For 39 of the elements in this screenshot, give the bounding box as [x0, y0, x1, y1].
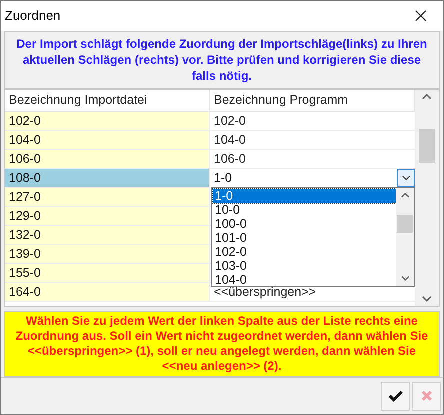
table-cell: 129-0: [5, 207, 210, 225]
table-cell: 106-0: [5, 150, 210, 168]
dropdown-item[interactable]: 10-0: [213, 203, 396, 217]
scrollbar-thumb[interactable]: [419, 129, 435, 163]
dropdown-scrollbar[interactable]: [396, 188, 414, 286]
table-cell: 155-0: [5, 264, 210, 282]
chevron-down-icon: [402, 175, 410, 181]
table-cell: 108-0: [5, 169, 210, 187]
dropdown-item[interactable]: 102-0: [213, 245, 396, 259]
scrollbar-thumb[interactable]: [397, 215, 413, 233]
table-cell: 104-0: [5, 131, 210, 149]
dropdown-item[interactable]: 104-0: [213, 273, 396, 287]
table-cell-text: 102-0: [214, 112, 246, 130]
checkmark-icon: [388, 390, 402, 402]
close-icon: [415, 10, 427, 22]
confirm-button[interactable]: [381, 382, 410, 410]
scroll-up-icon[interactable]: [422, 93, 432, 101]
table-cell: 164-0: [5, 283, 210, 301]
scroll-down-icon[interactable]: [400, 275, 410, 282]
dropdown-item[interactable]: 1-0: [213, 189, 396, 203]
dropdown-item[interactable]: 101-0: [213, 231, 396, 245]
window-title: Zuordnen: [5, 7, 61, 26]
scroll-down-icon[interactable]: [422, 295, 432, 303]
scroll-up-icon[interactable]: [400, 192, 410, 199]
close-icon: [420, 390, 432, 402]
table-cell-text: 104-0: [214, 132, 246, 149]
dropdown-item[interactable]: 100-0: [213, 217, 396, 231]
combo-field[interactable]: 1-0: [214, 168, 397, 188]
dropdown-button[interactable]: [397, 169, 415, 187]
table-cell-text: <<überspringen>>: [214, 284, 316, 301]
info-text: Der Import schlägt folgende Zuordung der Importschläge(links) zu Ihren aktuellen Schlägen (rechts) vor. Bitte prüfen und korrigieren Sie diese falls nötig.: [16, 36, 428, 84]
table-cell: 102-0: [5, 112, 210, 130]
table-cell: 139-0: [5, 245, 210, 263]
dropdown-item[interactable]: 103-0: [213, 259, 396, 273]
table-cell: 127-0: [5, 188, 210, 206]
hint-text: Wählen Sie zu jedem Wert der linken Spalte aus der Liste rechts eine Zuordnung aus. Soll ein Wert nicht zugeordnet werden, dann wählen Sie <<überspringen>> (1), soll er neu angelegt werden, dann wählen Sie <<neu anlegen>> (2).: [14, 314, 430, 374]
table-cell: 132-0: [5, 226, 210, 244]
table-cell-text: 106-0: [214, 150, 246, 168]
vertical-scrollbar[interactable]: [415, 90, 439, 306]
